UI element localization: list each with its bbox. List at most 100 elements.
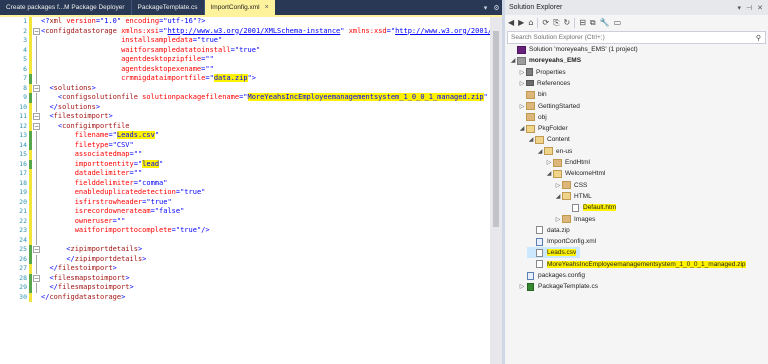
collapsed-arrow-icon[interactable]: ▷ xyxy=(518,80,526,87)
tree-item[interactable]: ◢ Content xyxy=(527,134,574,145)
tree-item[interactable]: ▷ PackageTemplate.cs xyxy=(518,281,602,292)
code-line[interactable]: 2− <configdatastorage xmlns:xsi="http://w… xyxy=(0,26,490,36)
scrollbar-thumb[interactable] xyxy=(493,31,499,227)
outline-guide xyxy=(36,140,37,150)
collapsed-arrow-icon[interactable]: ▷ xyxy=(518,69,526,76)
tab-import-config[interactable]: ImportConfig.xml × xyxy=(204,0,275,15)
dropdown-icon[interactable]: ▾ xyxy=(738,4,742,12)
expanded-arrow-icon[interactable]: ◢ xyxy=(509,57,517,64)
tree-item[interactable]: ◢ HTML xyxy=(554,191,596,202)
collapsed-arrow-icon[interactable]: ▷ xyxy=(554,182,562,189)
expanded-arrow-icon[interactable]: ◢ xyxy=(554,193,562,200)
refresh-icon[interactable]: ↻ xyxy=(564,18,571,27)
tree-item-label: Properties xyxy=(536,68,566,76)
code-line[interactable]: 21 isrecordownerateam="false" xyxy=(0,207,490,217)
tree-item[interactable]: ▷ Properties xyxy=(518,67,570,78)
tree-item[interactable]: ▷ Images xyxy=(554,214,599,225)
tab-close-icon[interactable]: × xyxy=(265,4,269,11)
code-line[interactable]: 18 fielddelimiter="comma" xyxy=(0,178,490,188)
code-line[interactable]: 13 filename="Leads.csv" xyxy=(0,131,490,141)
tree-item[interactable]: ◢ en-us xyxy=(536,146,576,157)
sync-icon[interactable]: ⟳ xyxy=(542,18,549,27)
code-line[interactable]: 11− <filestoimport> xyxy=(0,112,490,122)
tree-item[interactable]: obj xyxy=(518,112,551,123)
collapse-outline-icon[interactable]: − xyxy=(33,27,40,35)
home-icon[interactable]: ⌂ xyxy=(528,18,533,27)
code-line[interactable]: 5 agentdesktopzipfile="" xyxy=(0,55,490,65)
code-line[interactable]: 7 crmmigdataimportfile="data.zip"> xyxy=(0,74,490,84)
show-all-files-icon[interactable]: ⧉ xyxy=(590,18,596,28)
code-line[interactable]: 1 <?xml version="1.0" encoding="utf-16"?> xyxy=(0,17,490,27)
collapse-all-icon[interactable]: ⊟ xyxy=(579,18,586,27)
code-line[interactable]: 8− <solutions> xyxy=(0,83,490,93)
tree-item[interactable]: ◢ moreyeahs_EMS xyxy=(509,55,585,66)
code-line[interactable]: 16 importtoentity="lead" xyxy=(0,159,490,169)
collapsed-arrow-icon[interactable]: ▷ xyxy=(518,283,526,290)
collapse-outline-icon[interactable]: − xyxy=(33,122,40,130)
tree-item[interactable]: ImportConfig.xml xyxy=(527,236,600,247)
tree-item[interactable]: Solution 'moreyeahs_EMS' (1 project) xyxy=(509,44,642,55)
code-text: <?xml version="1.0" encoding="utf-16"?> xyxy=(41,17,206,25)
expanded-arrow-icon[interactable]: ◢ xyxy=(545,170,553,177)
code-line[interactable]: 20 isfirstrowheader="true" xyxy=(0,197,490,207)
expanded-arrow-icon[interactable]: ◢ xyxy=(518,125,526,132)
expanded-arrow-icon[interactable]: ◢ xyxy=(536,148,544,155)
tab-dropdown-icon[interactable]: ▾ xyxy=(480,0,491,15)
collapsed-arrow-icon[interactable]: ▷ xyxy=(518,103,526,110)
tree-item[interactable]: ▷ GettingStarted xyxy=(518,101,584,112)
tree-item[interactable]: ◢ PkgFolder xyxy=(518,123,572,134)
preview-icon[interactable]: ▭ xyxy=(614,18,622,27)
tree-item[interactable]: ▷ CSS xyxy=(554,180,591,191)
code-line[interactable]: 12− <configimportfile xyxy=(0,121,490,131)
code-line[interactable]: 3 installsampledata="true" xyxy=(0,36,490,46)
code-line[interactable]: 14 filetype="CSV" xyxy=(0,140,490,150)
code-line[interactable]: 27 </filestoimport> xyxy=(0,264,490,274)
code-line[interactable]: 4 waitforsampledatatoinstall="true" xyxy=(0,45,490,55)
close-icon[interactable]: ✕ xyxy=(757,4,763,12)
tree-item[interactable]: Leads.csv xyxy=(527,247,581,259)
code-line[interactable]: 15 associatedmap="" xyxy=(0,150,490,160)
collapsed-arrow-icon[interactable]: ▷ xyxy=(545,159,553,166)
code-line[interactable]: 10 </solutions> xyxy=(0,102,490,112)
code-line[interactable]: 19 enableduplicatedetection="true" xyxy=(0,188,490,198)
tab-package-template[interactable]: PackageTemplate.cs xyxy=(132,0,205,15)
collapsed-arrow-icon[interactable]: ▷ xyxy=(554,216,562,223)
expanded-arrow-icon[interactable]: ◢ xyxy=(527,136,535,143)
code-line[interactable]: 26 </zipimportdetails> xyxy=(0,254,490,264)
back-icon[interactable]: ◀ xyxy=(508,18,514,27)
code-area[interactable]: 1 <?xml version="1.0" encoding="utf-16"?>… xyxy=(0,17,490,364)
search-icon[interactable]: ⚲ xyxy=(756,34,761,42)
code-editor[interactable]: Create packages f...M Package Deployer P… xyxy=(0,0,502,364)
pending-changes-icon[interactable]: ⎘ xyxy=(553,18,559,28)
code-line[interactable]: 28− <filesmapstoimport> xyxy=(0,273,490,283)
tree-item[interactable]: Default.htm xyxy=(563,202,620,213)
code-line[interactable]: 23 waitforimporttocomplete="true"/> xyxy=(0,226,490,236)
tree-item[interactable]: ◢ WelcomeHtml xyxy=(545,168,609,179)
code-line[interactable]: 22 owneruser="" xyxy=(0,216,490,226)
collapse-outline-icon[interactable]: − xyxy=(33,246,40,253)
vertical-scrollbar[interactable] xyxy=(490,17,502,364)
tree-item[interactable]: bin xyxy=(518,89,551,100)
code-line[interactable]: 24 xyxy=(0,235,490,245)
tab-create-packages[interactable]: Create packages f...M Package Deployer xyxy=(0,0,132,15)
tree-item[interactable]: data.zip xyxy=(527,225,574,236)
solution-search-input[interactable]: Search Solution Explorer (Ctrl+;) ⚲ xyxy=(507,31,766,44)
code-line[interactable]: 25− <zipimportdetails> xyxy=(0,245,490,255)
settings-icon[interactable]: ⚙ xyxy=(491,0,502,15)
collapse-outline-icon[interactable]: − xyxy=(33,84,40,92)
code-line[interactable]: 6 agentdesktopexename="" xyxy=(0,64,490,74)
code-line[interactable]: 9 <configsolutionfile solutionpackagefil… xyxy=(0,93,490,103)
code-line[interactable]: 17 datadelimiter="" xyxy=(0,169,490,179)
collapse-outline-icon[interactable]: − xyxy=(33,274,40,282)
change-marker xyxy=(29,283,32,293)
tree-item[interactable]: ▷ EndHtml xyxy=(545,157,594,168)
tree-item[interactable]: MoreYeahsIncEmployeemanagementsystem_1_0… xyxy=(527,259,750,270)
tree-item[interactable]: packages.config xyxy=(518,270,589,281)
pin-icon[interactable]: ⊣ xyxy=(746,4,752,12)
collapse-outline-icon[interactable]: − xyxy=(33,113,40,120)
code-line[interactable]: 29 </filesmapstoimport> xyxy=(0,283,490,293)
code-line[interactable]: 30 </configdatastorage> xyxy=(0,292,490,302)
tree-item[interactable]: ▷ References xyxy=(518,78,574,89)
forward-icon[interactable]: ▶ xyxy=(518,18,524,27)
properties-icon[interactable]: 🔧 xyxy=(600,18,610,27)
